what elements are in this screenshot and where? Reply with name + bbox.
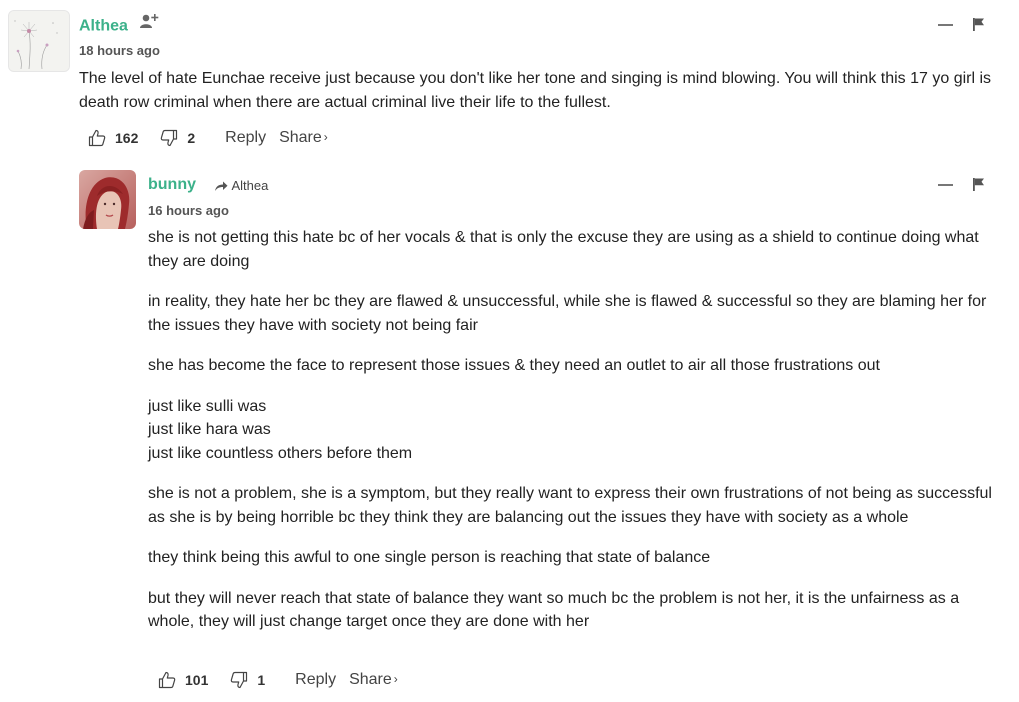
chevron-right-icon: › bbox=[323, 130, 328, 144]
upvote-count: 162 bbox=[115, 130, 139, 146]
comment-line: just like sulli was bbox=[148, 397, 267, 415]
collapse-icon[interactable] bbox=[938, 23, 953, 26]
share-button[interactable]: Share › bbox=[279, 129, 328, 147]
thumbs-down-icon bbox=[161, 129, 178, 147]
comment-line: just like hara was bbox=[148, 421, 271, 438]
comment-header: Althea bbox=[79, 13, 160, 37]
author-name[interactable]: Althea bbox=[79, 18, 128, 35]
downvote-button[interactable]: 2 bbox=[160, 129, 195, 147]
add-user-icon[interactable] bbox=[140, 13, 160, 34]
comment-paragraph: The level of hate Eunchae receive just b… bbox=[79, 70, 992, 111]
comment-header: bunny Althea bbox=[148, 176, 268, 194]
flag-icon[interactable] bbox=[973, 18, 985, 31]
upvote-button[interactable]: 162 bbox=[88, 129, 138, 147]
thumbs-up-icon bbox=[88, 129, 106, 147]
reply-button[interactable]: Reply bbox=[225, 129, 266, 147]
author-name[interactable]: bunny bbox=[148, 176, 196, 193]
comment-footer: 101 1 Reply Share › bbox=[158, 671, 398, 689]
avatar[interactable] bbox=[79, 170, 136, 229]
downvote-count: 1 bbox=[257, 672, 266, 688]
user-photo-avatar bbox=[79, 170, 136, 229]
reply-arrow-icon bbox=[215, 181, 228, 191]
comment-actions bbox=[938, 18, 985, 31]
dandelion-avatar bbox=[9, 11, 69, 71]
comment-paragraph: they think being this awful to one singl… bbox=[148, 549, 711, 566]
chevron-right-icon: › bbox=[393, 672, 398, 686]
comment-paragraph: she is not getting this hate bc of her v… bbox=[148, 229, 979, 270]
collapse-icon[interactable] bbox=[938, 183, 953, 186]
in-reply-to[interactable]: Althea bbox=[214, 178, 268, 193]
comment-footer: 162 2 Reply Share › bbox=[88, 129, 328, 147]
comment-paragraph: she is not a problem, she is a symptom, … bbox=[148, 485, 992, 526]
comment-paragraph: in reality, they hate her bc they are fl… bbox=[148, 293, 987, 334]
timestamp[interactable]: 18 hours ago bbox=[79, 43, 160, 58]
comment-body: The level of hate Eunchae receive just b… bbox=[79, 67, 1004, 131]
share-button[interactable]: Share › bbox=[349, 671, 398, 689]
comment-body: she is not getting this hate bc of her v… bbox=[148, 226, 1008, 651]
comment-line: just like countless others before them bbox=[148, 444, 413, 462]
thumbs-up-icon bbox=[158, 671, 176, 689]
downvote-button[interactable]: 1 bbox=[230, 671, 265, 689]
downvote-count: 2 bbox=[187, 130, 196, 146]
comment-paragraph: but they will never reach that state of … bbox=[148, 589, 960, 631]
upvote-button[interactable]: 101 bbox=[158, 671, 208, 689]
flag-icon[interactable] bbox=[973, 178, 985, 191]
timestamp[interactable]: 16 hours ago bbox=[148, 203, 229, 218]
comment-paragraph: just like sulli was just like hara was j… bbox=[148, 395, 1008, 466]
comment-paragraph: she has become the face to represent tho… bbox=[148, 357, 880, 374]
thumbs-down-icon bbox=[231, 671, 248, 689]
upvote-count: 101 bbox=[185, 672, 209, 688]
share-label: Share bbox=[349, 671, 392, 688]
share-label: Share bbox=[279, 129, 322, 146]
comment-actions bbox=[938, 178, 985, 191]
reply-button[interactable]: Reply bbox=[295, 671, 336, 689]
avatar[interactable] bbox=[8, 10, 70, 72]
reply-to-name: Althea bbox=[231, 177, 269, 193]
